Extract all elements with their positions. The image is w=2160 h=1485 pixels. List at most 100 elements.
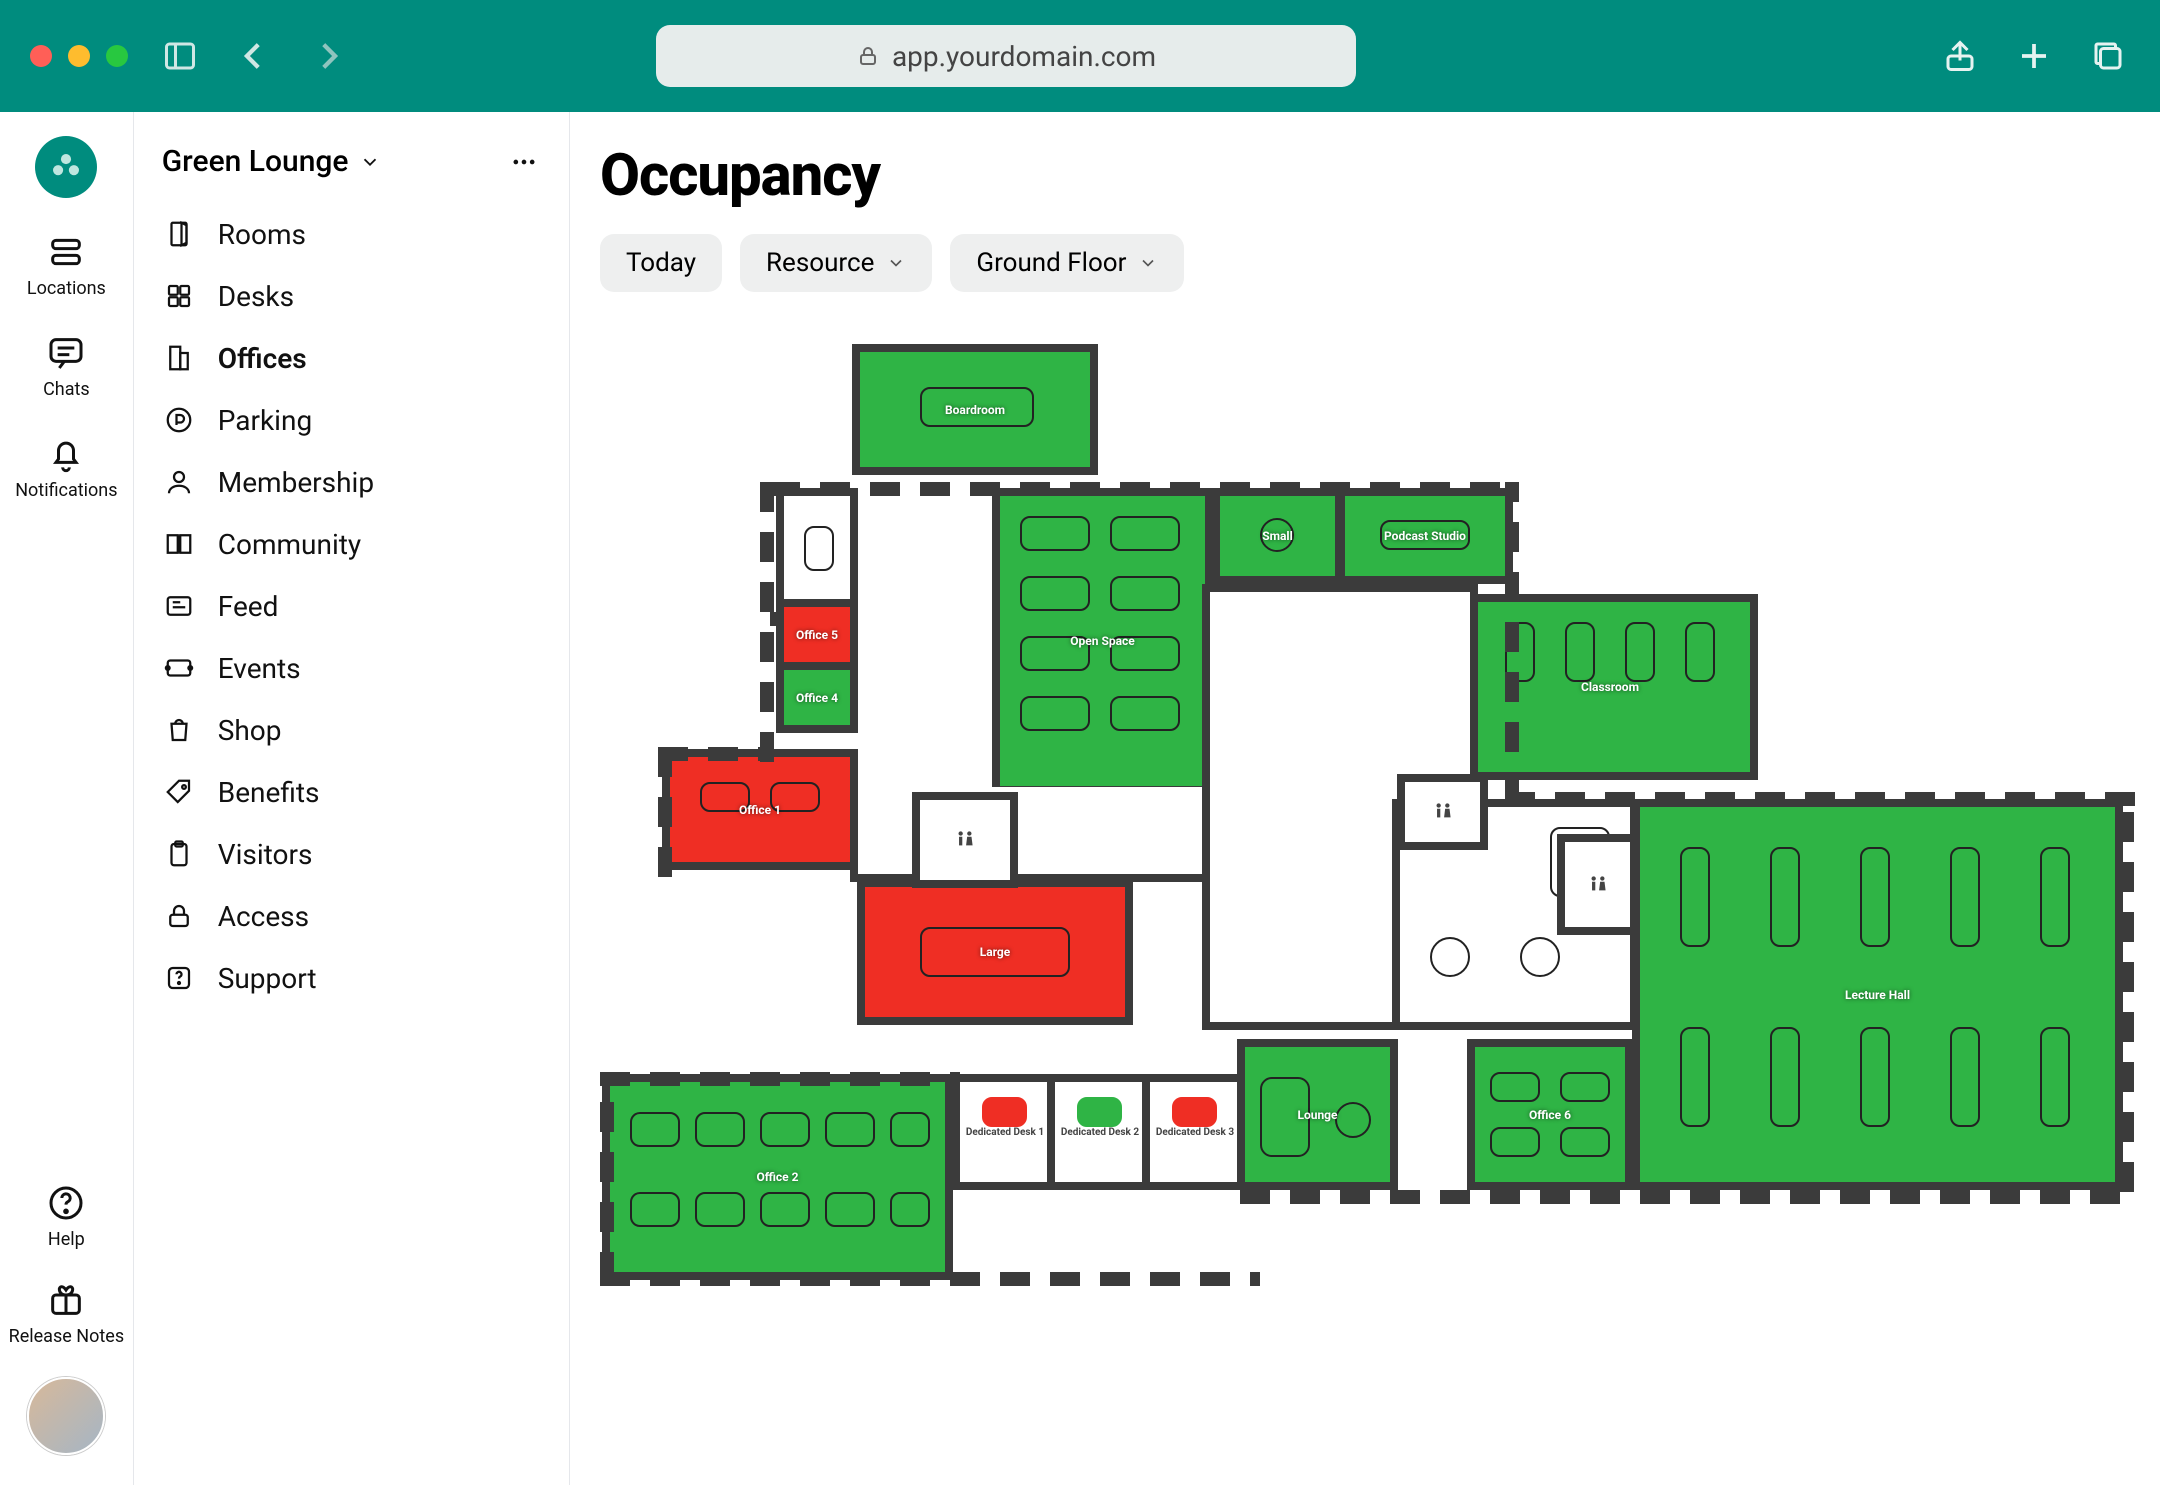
sidebar-item-label: Desks <box>218 280 294 313</box>
question-icon <box>162 961 196 995</box>
sidebar-item-label: Community <box>218 528 361 561</box>
desk-icon <box>890 1112 930 1147</box>
sidebar-item-parking[interactable]: Parking <box>152 389 551 451</box>
rail-item-chats[interactable]: Chats <box>43 333 90 400</box>
sidebar-item-feed[interactable]: Feed <box>152 575 551 637</box>
room-podcast[interactable]: Podcast Studio <box>1345 496 1505 576</box>
sidebar-item-visitors[interactable]: Visitors <box>152 823 551 885</box>
restroom-left <box>920 800 1010 880</box>
desk-icon <box>760 1112 810 1147</box>
desk-icon <box>630 1112 680 1147</box>
nav-back-icon[interactable] <box>232 34 276 78</box>
room-office2[interactable]: Office 2 <box>610 1082 945 1272</box>
room-office1[interactable]: Office 1 <box>670 757 850 862</box>
wall <box>2120 792 2134 1192</box>
sidebar-item-desks[interactable]: Desks <box>152 265 551 327</box>
desk-occupied-icon <box>982 1097 1027 1127</box>
window-maximize[interactable] <box>106 45 128 67</box>
sidebar-item-support[interactable]: Support <box>152 947 551 1009</box>
wall <box>1505 792 2135 806</box>
sidebar-item-events[interactable]: Events <box>152 637 551 699</box>
rail-item-help[interactable]: Help <box>46 1183 86 1250</box>
rail-label: Release Notes <box>9 1326 124 1347</box>
desk-icon <box>1860 1027 1890 1127</box>
room-label: Open Space <box>1070 634 1135 648</box>
space-switcher[interactable]: Green Lounge <box>162 144 381 179</box>
sidebar-item-rooms[interactable]: Rooms <box>152 203 551 265</box>
desk-icon <box>760 1192 810 1227</box>
desk-icon <box>1560 1127 1610 1157</box>
room-office6[interactable]: Office 6 <box>1475 1047 1625 1182</box>
chat-icon <box>46 333 86 373</box>
new-tab-icon[interactable] <box>2012 34 2056 78</box>
room-boardroom[interactable]: Boardroom <box>860 352 1090 467</box>
room-lecture-hall[interactable]: Lecture Hall <box>1640 807 2115 1182</box>
room-large[interactable]: Large <box>865 887 1125 1017</box>
room-small[interactable]: Small <box>1220 496 1335 576</box>
room-dd1[interactable]: Dedicated Desk 1 <box>960 1082 1050 1182</box>
sidebar-item-label: Access <box>218 900 309 933</box>
sidebar-item-label: Benefits <box>218 776 320 809</box>
sidebar-item-membership[interactable]: Membership <box>152 451 551 513</box>
sidebar-item-label: Parking <box>218 404 312 437</box>
user-avatar[interactable] <box>27 1377 105 1455</box>
nav-forward-icon[interactable] <box>306 34 350 78</box>
sidebar-item-label: Shop <box>218 714 282 747</box>
room-lounge[interactable]: Lounge <box>1245 1047 1390 1182</box>
room-office5[interactable]: Office 5 <box>784 607 850 662</box>
restroom-right <box>1565 842 1630 927</box>
sidebar-item-shop[interactable]: Shop <box>152 699 551 761</box>
window-close[interactable] <box>30 45 52 67</box>
tabs-overview-icon[interactable] <box>2086 34 2130 78</box>
url-bar[interactable]: app.yourdomain.com <box>656 25 1356 87</box>
sidebar-item-label: Offices <box>218 342 307 375</box>
sidebar-more-button[interactable] <box>507 145 541 179</box>
sidebar-item-community[interactable]: Community <box>152 513 551 575</box>
window-minimize[interactable] <box>68 45 90 67</box>
desk-icon <box>1020 516 1090 551</box>
desk-icon <box>825 1112 875 1147</box>
share-icon[interactable] <box>1938 34 1982 78</box>
wall <box>658 747 672 877</box>
restroom-icon <box>1585 872 1611 898</box>
lock-icon <box>856 44 880 68</box>
room-dd3[interactable]: Dedicated Desk 3 <box>1150 1082 1240 1182</box>
desk-occupied-icon <box>1172 1097 1217 1127</box>
filter-resource[interactable]: Resource <box>740 234 932 292</box>
rail-label: Notifications <box>15 480 117 501</box>
desk-icon <box>1020 696 1090 731</box>
rail-item-notifications[interactable]: Notifications <box>15 434 117 501</box>
room-office4[interactable]: Office 4 <box>784 670 850 725</box>
rail-item-release-notes[interactable]: Release Notes <box>9 1280 124 1347</box>
filter-today[interactable]: Today <box>600 234 722 292</box>
page-title: Occupancy <box>600 142 2130 210</box>
wall <box>600 1072 960 1086</box>
lobby-box <box>784 496 850 612</box>
chip-label: Today <box>626 248 696 278</box>
room-dd2[interactable]: Dedicated Desk 2 <box>1055 1082 1145 1182</box>
sidebar-item-benefits[interactable]: Benefits <box>152 761 551 823</box>
rail-item-locations[interactable]: Locations <box>27 232 106 299</box>
help-icon <box>46 1183 86 1223</box>
office-icon <box>162 341 196 375</box>
restroom-mid <box>1405 782 1480 842</box>
desk-icon <box>1770 847 1800 947</box>
sidebar-toggle-icon[interactable] <box>158 34 202 78</box>
grid-icon <box>162 279 196 313</box>
filter-floor[interactable]: Ground Floor <box>950 234 1184 292</box>
sidebar-item-offices[interactable]: Offices <box>152 327 551 389</box>
desk-icon <box>1680 847 1710 947</box>
floorplan[interactable]: Boardroom Office 5 Office 4 Office 1 <box>600 352 2130 1332</box>
room-label: Classroom <box>1581 680 1639 694</box>
parking-icon <box>162 403 196 437</box>
traffic-lights <box>30 45 128 67</box>
desk-icon <box>1110 576 1180 611</box>
app-logo[interactable] <box>35 136 97 198</box>
room-label: Office 6 <box>1529 1108 1571 1122</box>
restroom-icon <box>1430 799 1456 825</box>
desk-icon <box>695 1112 745 1147</box>
sidebar: Green Lounge Rooms Desks Offices Parking… <box>134 112 570 1485</box>
sidebar-item-access[interactable]: Access <box>152 885 551 947</box>
desk-available-icon <box>1077 1097 1122 1127</box>
room-open-space[interactable]: Open Space <box>1000 496 1205 786</box>
